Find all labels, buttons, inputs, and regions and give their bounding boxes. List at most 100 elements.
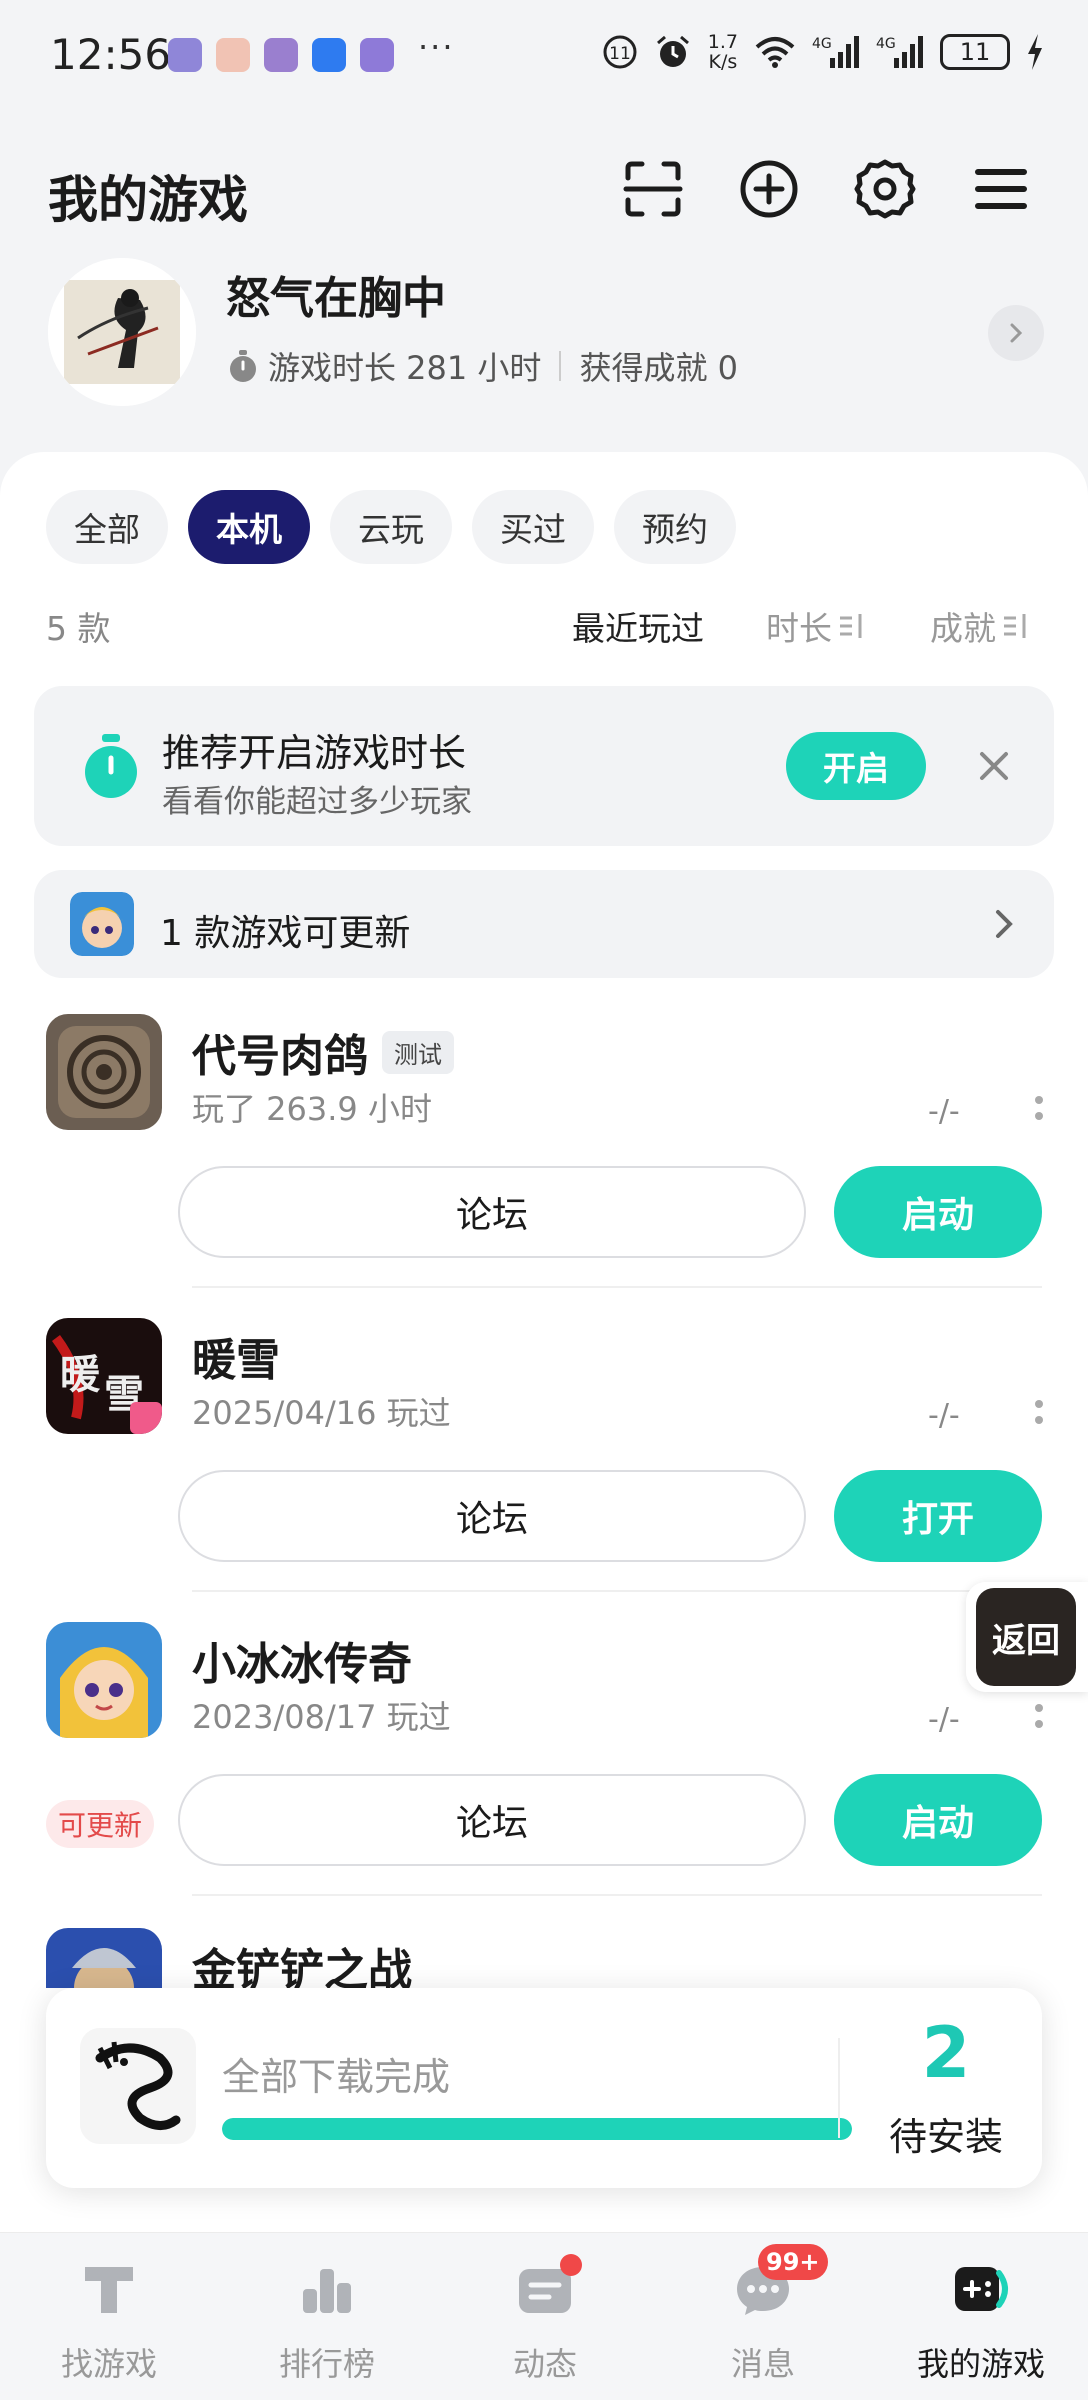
- pending-install-label: 待安装: [888, 2115, 1003, 2159]
- game-icon-art: [46, 1014, 162, 1130]
- game-title: 金铲铲之战: [192, 1934, 412, 1988]
- profile-detail-button[interactable]: [988, 305, 1044, 361]
- signal-4g-icon: 4G: [812, 36, 859, 68]
- profile-stats: 游戏时长 281 小时 获得成就 0: [226, 343, 738, 389]
- stopwatch-icon: [85, 734, 137, 798]
- enable-play-time-button[interactable]: 开启: [786, 732, 926, 800]
- divider: [838, 2038, 840, 2138]
- tab-all[interactable]: 全部: [46, 490, 168, 564]
- game-play-info: 玩了 263.9 小时: [192, 1090, 432, 1128]
- nav-my-games[interactable]: 我的游戏: [872, 2233, 1088, 2400]
- nav-feed[interactable]: 动态: [436, 2233, 654, 2400]
- back-button-label: 返回: [976, 1588, 1076, 1686]
- game-name-text: 暖雪: [192, 1335, 280, 1386]
- achievements-text: 获得成就 0: [579, 349, 738, 387]
- game-name-text: 代号肉鸽: [192, 1031, 368, 1082]
- rankings-icon: [303, 2269, 351, 2313]
- game-icon[interactable]: [46, 1928, 162, 1988]
- nav-find-games[interactable]: 找游戏: [0, 2233, 218, 2400]
- game-name-text: 小冰冰传奇: [192, 1639, 412, 1690]
- username[interactable]: 怒气在胸中: [226, 262, 446, 326]
- charging-icon: [1028, 34, 1042, 70]
- game-icon[interactable]: 暖 雪: [46, 1318, 162, 1434]
- settings-icon[interactable]: [850, 154, 920, 224]
- network-speed-value: 1.7: [707, 31, 738, 53]
- divider: [192, 1894, 1042, 1896]
- sort-play-time-label: 时长: [766, 609, 832, 648]
- game-icon-art: 暖 雪: [46, 1318, 162, 1434]
- recommend-title: 推荐开启游戏时长: [162, 731, 467, 775]
- game-play-info: 2025/04/16 玩过: [192, 1394, 451, 1432]
- game-icon[interactable]: [46, 1014, 162, 1130]
- nav-label: 找游戏: [60, 2345, 157, 2383]
- game-title: 暖雪: [192, 1324, 280, 1388]
- open-button[interactable]: 打开: [834, 1470, 1042, 1562]
- download-status-card[interactable]: 全部下载完成 2 待安装: [46, 1988, 1042, 2188]
- updates-available-row[interactable]: 1 款游戏可更新: [34, 870, 1054, 978]
- game-play-info: 2023/08/17 玩过: [192, 1698, 451, 1736]
- divider: [192, 1286, 1042, 1288]
- tab-cloud[interactable]: 云玩: [330, 490, 452, 564]
- game-name-text: 金铲铲之战: [192, 1945, 412, 1988]
- svg-text:4G: 4G: [812, 36, 832, 52]
- signal-4g-icon: 4G: [876, 36, 923, 68]
- add-circle-icon[interactable]: [734, 154, 804, 224]
- game-item: 代号肉鸽 测试 玩了 263.9 小时 -/- 论坛 启动: [0, 1014, 1088, 1314]
- update-available-tag: 可更新: [46, 1800, 155, 1848]
- scan-icon[interactable]: [618, 154, 688, 224]
- forum-button[interactable]: 论坛: [178, 1774, 806, 1866]
- svg-text:11: 11: [609, 44, 631, 64]
- play-time-recommend-banner: 推荐开启游戏时长 看看你能超过多少玩家 开启: [34, 686, 1054, 846]
- wifi-icon: [755, 37, 795, 68]
- launch-button[interactable]: 启动: [834, 1166, 1042, 1258]
- sort-achievement[interactable]: 成就: [930, 602, 1028, 650]
- sort-recent[interactable]: 最近玩过: [572, 602, 704, 650]
- sort-icon: [1004, 614, 1026, 638]
- menu-icon[interactable]: [966, 154, 1036, 224]
- gamepad-icon: [955, 2267, 1008, 2311]
- game-title: 小冰冰传奇: [192, 1628, 412, 1692]
- more-notifications-icon: ···: [418, 28, 455, 66]
- floating-back-button[interactable]: 返回: [966, 1582, 1088, 1692]
- launch-button[interactable]: 启动: [834, 1774, 1042, 1866]
- downloaded-game-icon: [80, 2028, 196, 2144]
- tab-local[interactable]: 本机: [188, 490, 310, 564]
- nav-rankings[interactable]: 排行榜: [218, 2233, 436, 2400]
- nav-label: 动态: [512, 2345, 577, 2383]
- avatar[interactable]: [48, 258, 196, 406]
- nav-label: 消息: [730, 2345, 795, 2383]
- forum-button[interactable]: 论坛: [178, 1166, 806, 1258]
- game-item: 小冰冰传奇 2023/08/17 玩过 -/- 可更新 论坛 启动: [0, 1622, 1088, 1922]
- status-right: 11 1.7 K/s 4G 4G 11: [602, 32, 1044, 72]
- app-notification-icon: [216, 38, 250, 72]
- more-options-icon[interactable]: [1032, 1700, 1046, 1740]
- divider: [192, 1590, 1042, 1592]
- sort-play-time[interactable]: 时长: [766, 602, 864, 650]
- feed-notification-dot: [560, 2254, 582, 2276]
- more-options-icon[interactable]: [1032, 1396, 1046, 1436]
- game-item: 暖 雪 暖雪 2025/04/16 玩过 -/- 论坛 打开: [0, 1318, 1088, 1618]
- sort-recent-label: 最近玩过: [572, 609, 704, 648]
- pending-install-count: 2: [921, 2012, 971, 2094]
- messages-badge: 99+: [758, 2244, 828, 2280]
- recommend-subtitle: 看看你能超过多少玩家: [162, 784, 472, 820]
- network-speed-unit: K/s: [708, 51, 738, 73]
- close-icon[interactable]: [972, 744, 1016, 788]
- svg-text:暖: 暖: [60, 1351, 101, 1398]
- tab-reserved[interactable]: 预约: [614, 490, 736, 564]
- forum-button[interactable]: 论坛: [178, 1470, 806, 1562]
- network-speed: 1.7 K/s: [708, 32, 738, 72]
- download-status-text: 全部下载完成: [222, 2055, 451, 2099]
- nav-label: 排行榜: [278, 2345, 375, 2383]
- game-icon-art: [46, 1622, 162, 1738]
- app-notification-icon: [312, 38, 346, 72]
- more-options-icon[interactable]: [1032, 1092, 1046, 1132]
- status-bar: 12:56 ··· 11 1.7 K/s 4G 4G 11: [0, 0, 1088, 112]
- chevron-right-icon: [996, 910, 1013, 938]
- game-rank: -/-: [928, 1702, 960, 1737]
- download-progress-bar: [222, 2118, 852, 2140]
- svg-text:4G: 4G: [876, 36, 896, 52]
- tab-purchased[interactable]: 买过: [472, 490, 594, 564]
- game-item: 金铲铲之战: [0, 1928, 1088, 1988]
- game-icon[interactable]: [46, 1622, 162, 1738]
